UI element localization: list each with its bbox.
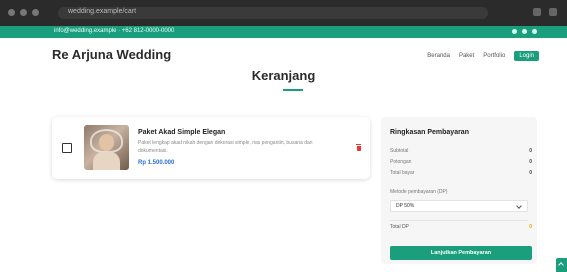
close-window-icon[interactable] [8,9,15,16]
facebook-icon[interactable] [512,29,517,34]
maximize-window-icon[interactable] [32,9,39,16]
cart-item-description: Paket lengkap akad nikah dengan dekorasi… [138,140,313,154]
brand-logo[interactable]: Re Arjuna Wedding [52,47,171,62]
title-underline [283,89,303,91]
payment-method-value[interactable]: DP 50% [396,203,414,209]
menu-icon[interactable] [549,8,557,16]
summary-total-value: 0 [529,224,532,230]
chevron-down-icon[interactable] [516,203,522,209]
summary-row-discount: Potongan 0 [390,159,532,165]
summary-total-label: Total DP [390,224,409,230]
social-links [512,29,537,34]
arrow-up-icon [558,262,564,268]
summary-row-label: Total bayar [390,170,415,176]
contact-info: info@wedding.example · +62 812-0000-0000 [54,28,175,34]
cart-item-checkbox[interactable] [62,143,72,153]
nav-link-portfolio[interactable]: Portfolio [483,53,505,59]
summary-row-label: Potongan [390,159,412,165]
summary-row-value: 0 [529,148,532,154]
summary-title: Ringkasan Pembayaran [390,129,469,136]
payment-method-select[interactable]: DP 50% [390,200,528,212]
checkout-button[interactable]: Lanjutkan Pembayaran [390,246,532,260]
payment-method-label: Metode pembayaran (DP) [390,189,448,195]
trash-icon[interactable] [356,144,361,151]
summary-total-row: Total DP 0 [390,224,532,231]
login-button[interactable]: Login [514,51,539,61]
trash-lid [356,144,361,145]
summary-row-subtotal: Subtotal 0 [390,148,532,154]
page-title: Keranjang [251,68,316,83]
minimize-window-icon[interactable] [20,9,27,16]
instagram-icon[interactable] [522,29,527,34]
nav-link-packages[interactable]: Paket [459,53,474,59]
trash-can [356,146,361,151]
thumbnail-face [99,134,114,151]
browser-actions [533,8,557,16]
summary-row-value: 0 [529,159,532,165]
browser-toolbar: wedding.example/cart [0,0,567,26]
thumbnail-dress [93,152,120,170]
contact-topbar: info@wedding.example · +62 812-0000-0000 [0,26,567,38]
whatsapp-icon[interactable] [532,29,537,34]
address-bar[interactable]: wedding.example/cart [58,7,488,19]
cart-item-title: Paket Akad Simple Elegan [138,129,226,136]
cart-item-card: Paket Akad Simple Elegan Paket lengkap a… [52,117,370,179]
window-controls[interactable] [8,9,39,16]
nav-link-home[interactable]: Beranda [427,53,450,59]
summary-row-value: 0 [529,170,532,176]
payment-summary: Ringkasan Pembayaran Subtotal 0 Potongan… [381,117,537,264]
main-nav: Beranda Paket Portfolio Login [427,51,539,61]
address-text[interactable]: wedding.example/cart [68,8,136,15]
cart-item-price: Rp 1.500.000 [138,160,175,166]
summary-row-total: Total bayar 0 [390,170,532,176]
scroll-to-top-button[interactable] [556,258,567,272]
summary-row-label: Subtotal [390,148,409,154]
package-thumbnail [84,125,129,170]
extensions-icon[interactable] [533,8,541,16]
summary-divider [390,220,528,221]
